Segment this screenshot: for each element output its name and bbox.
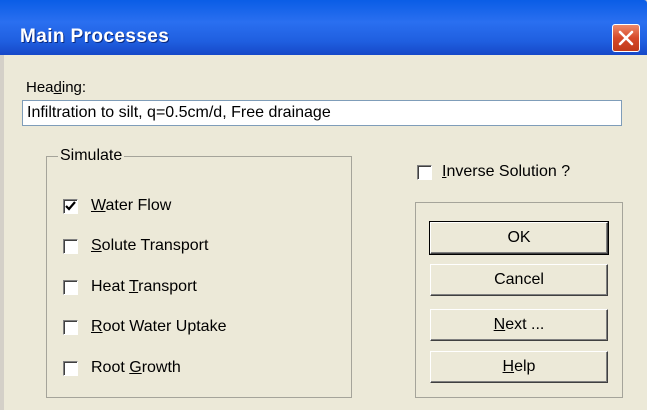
close-icon: [618, 30, 634, 46]
water-flow-checkbox[interactable]: Water Flow: [63, 196, 171, 216]
checkbox-box[interactable]: [63, 198, 78, 214]
next-button[interactable]: Next ...: [430, 309, 608, 341]
ok-button[interactable]: OK: [429, 221, 609, 255]
checkbox-box[interactable]: [63, 360, 78, 376]
help-button[interactable]: Help: [430, 351, 608, 383]
simulate-legend: Simulate: [58, 147, 125, 165]
solute-transport-label: Solute Transport: [91, 237, 209, 254]
root-growth-label: Root Growth: [91, 359, 181, 376]
inverse-solution-checkbox[interactable]: Inverse Solution ?: [417, 162, 570, 182]
heat-transport-checkbox[interactable]: Heat Transport: [63, 277, 197, 297]
heat-transport-label: Heat Transport: [91, 278, 197, 295]
root-water-uptake-checkbox[interactable]: Root Water Uptake: [63, 317, 226, 337]
cancel-button[interactable]: Cancel: [430, 264, 608, 296]
checkbox-box[interactable]: [63, 238, 78, 254]
checkbox-box[interactable]: [417, 164, 432, 180]
checkbox-box[interactable]: [63, 279, 78, 295]
solute-transport-checkbox[interactable]: Solute Transport: [63, 236, 208, 256]
root-growth-checkbox[interactable]: Root Growth: [63, 358, 181, 378]
close-button[interactable]: [612, 24, 640, 52]
root-water-uptake-label: Root Water Uptake: [91, 318, 227, 335]
water-flow-label: Water Flow: [91, 197, 172, 214]
window-title: Main Processes: [20, 26, 170, 47]
title-bar: Main Processes: [0, 0, 647, 55]
inverse-solution-label: Inverse Solution ?: [442, 163, 571, 180]
heading-label: Heading:: [26, 79, 87, 96]
heading-input[interactable]: Infiltration to silt, q=0.5cm/d, Free dr…: [22, 100, 622, 126]
checkmark-icon: [65, 200, 76, 211]
checkbox-box[interactable]: [63, 319, 78, 335]
